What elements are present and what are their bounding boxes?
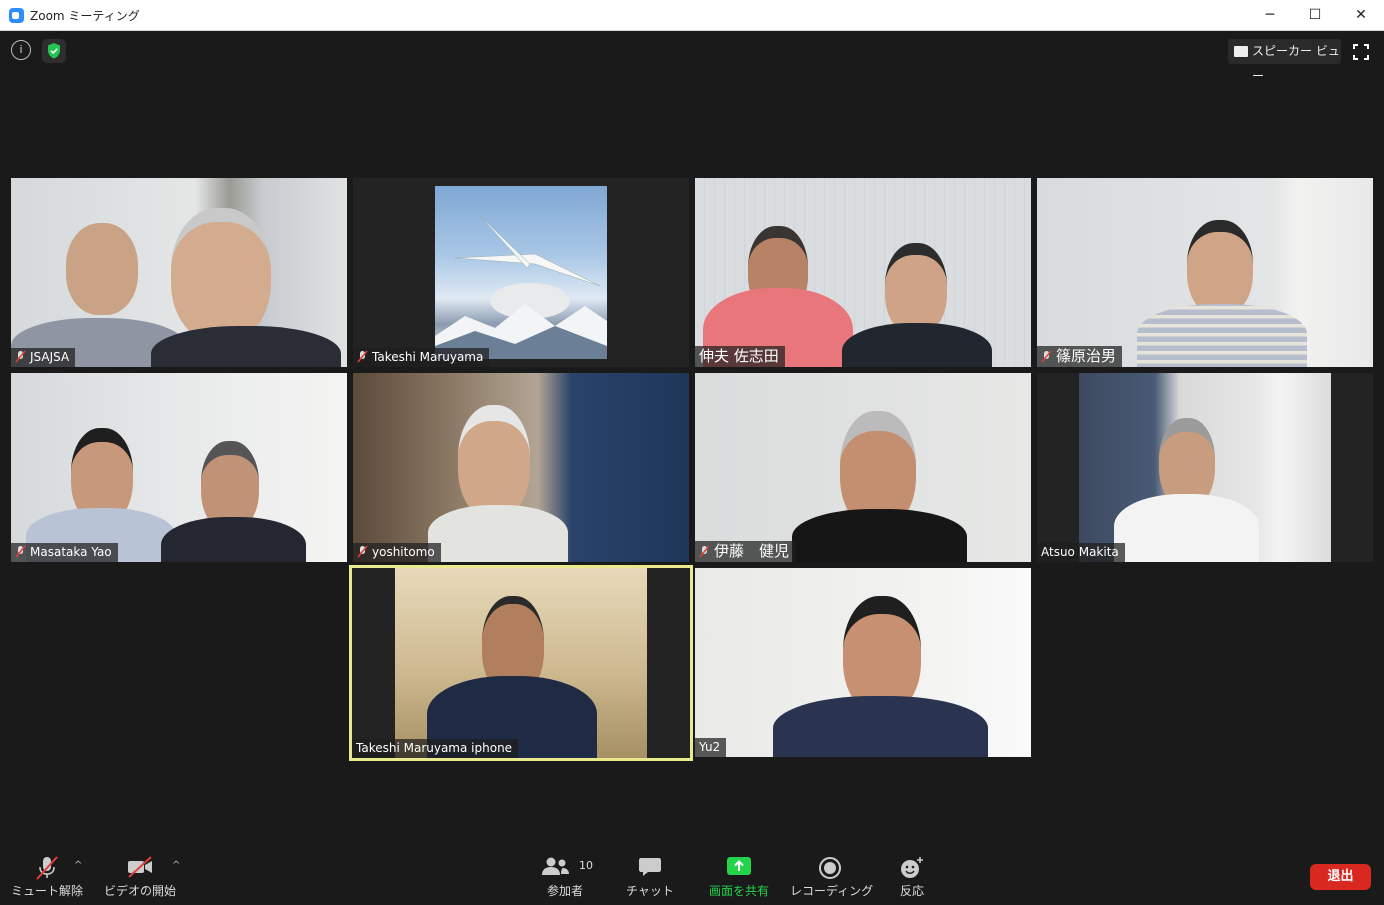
share-screen-label: 画面を共有 [708, 884, 769, 898]
video-off-icon [128, 856, 152, 878]
security-shield-icon[interactable] [42, 39, 66, 63]
record-button[interactable]: レコーディング [790, 848, 874, 905]
video-tile-haruo-shinohara[interactable]: 篠原治男 [1037, 178, 1373, 367]
participant-nameplate: Takeshi Maruyama [353, 348, 490, 367]
mic-muted-icon [357, 545, 368, 558]
participant-nameplate: 伊藤 健児 [695, 541, 796, 562]
fullscreen-icon[interactable] [1352, 43, 1370, 61]
participants-button[interactable]: 10 参加者 [534, 848, 596, 905]
participants-count: 10 [579, 859, 593, 872]
participant-nameplate: yoshitomo [353, 543, 441, 562]
participant-nameplate: 伸夫 佐志田 [695, 346, 785, 367]
participant-nameplate: Masataka Yao [11, 543, 118, 562]
unmute-label: ミュート解除 [10, 884, 83, 898]
video-tile-masataka-yao[interactable]: Masataka Yao [11, 373, 347, 562]
close-button[interactable]: ✕ [1338, 0, 1384, 30]
video-tile-jsajsa[interactable]: JSAJSA [11, 178, 347, 367]
video-tile-atsuo-makita[interactable]: Atsuo Makita [1037, 373, 1373, 562]
share-screen-icon [727, 857, 751, 875]
record-icon [819, 857, 841, 879]
video-tile-nobuo-sashida[interactable]: 伸夫 佐志田 [695, 178, 1031, 367]
share-screen-button[interactable]: 画面を共有 [702, 848, 776, 905]
participant-nameplate: 篠原治男 [1037, 346, 1123, 367]
profile-picture-glider [435, 186, 607, 359]
reactions-button[interactable]: 反応 [886, 848, 938, 905]
start-video-label: ビデオの開始 [103, 884, 176, 898]
title-bar: Zoom ミーティング ─ ☐ ✕ [0, 0, 1384, 31]
video-tile-takeshi-maruyama[interactable]: Takeshi Maruyama [353, 178, 689, 367]
chat-icon [639, 858, 661, 876]
participant-nameplate: Yu2 [695, 738, 727, 757]
speaker-view-button[interactable]: スピーカー ビュー [1228, 39, 1341, 83]
participant-nameplate: Atsuo Makita [1037, 543, 1125, 562]
mic-muted-icon [699, 545, 710, 558]
chat-button[interactable]: チャット [620, 848, 680, 905]
chat-label: チャット [626, 884, 674, 898]
mic-muted-icon [15, 545, 26, 558]
mic-muted-icon [1041, 350, 1052, 363]
participants-label: 参加者 [546, 884, 583, 898]
audio-options-caret[interactable]: ^ [74, 860, 82, 871]
mic-muted-icon [357, 350, 368, 363]
start-video-button[interactable]: ビデオの開始 [100, 848, 180, 905]
reactions-icon [901, 857, 923, 878]
reactions-label: 反応 [899, 884, 924, 898]
unmute-button[interactable]: ミュート解除 [8, 848, 86, 905]
minimize-button[interactable]: ─ [1247, 0, 1293, 30]
speaker-view-icon [1234, 46, 1248, 57]
meeting-info-icon[interactable]: i [11, 40, 31, 60]
video-tile-takeshi-maruyama-iphone[interactable]: Takeshi Maruyama iphone [349, 565, 693, 761]
participant-nameplate: JSAJSA [11, 348, 76, 367]
window-title: Zoom ミーティング [30, 9, 140, 23]
participant-nameplate: Takeshi Maruyama iphone [352, 739, 519, 758]
mic-muted-icon [36, 856, 58, 880]
meeting-toolbar: ミュート解除 ^ ビデオの開始 ^ 10 参加者 チャット 画面を共有 レコーデ… [0, 848, 1384, 905]
zoom-app-icon [9, 8, 24, 23]
record-label: レコーディング [790, 884, 874, 898]
video-tile-kenji-ito[interactable]: 伊藤 健児 [695, 373, 1031, 562]
maximize-button[interactable]: ☐ [1292, 0, 1338, 30]
video-tile-yoshitomo[interactable]: yoshitomo [353, 373, 689, 562]
video-options-caret[interactable]: ^ [172, 860, 180, 871]
video-tile-yu2[interactable]: Yu2 [695, 568, 1031, 757]
mic-muted-icon [15, 350, 26, 363]
speaker-view-label: スピーカー ビュー [1252, 44, 1340, 83]
participants-icon [542, 857, 569, 875]
leave-meeting-button[interactable]: 退出 [1310, 864, 1371, 890]
